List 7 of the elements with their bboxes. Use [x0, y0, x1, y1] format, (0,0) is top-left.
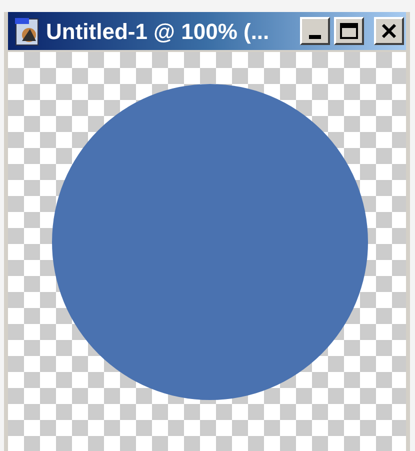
close-icon [381, 24, 397, 38]
minimize-icon [309, 35, 321, 39]
maximize-button[interactable] [334, 17, 364, 45]
maximize-icon [340, 23, 358, 39]
minimize-button[interactable] [300, 17, 330, 45]
window-title: Untitled-1 @ 100% (... [46, 18, 270, 46]
close-button[interactable] [374, 17, 404, 45]
